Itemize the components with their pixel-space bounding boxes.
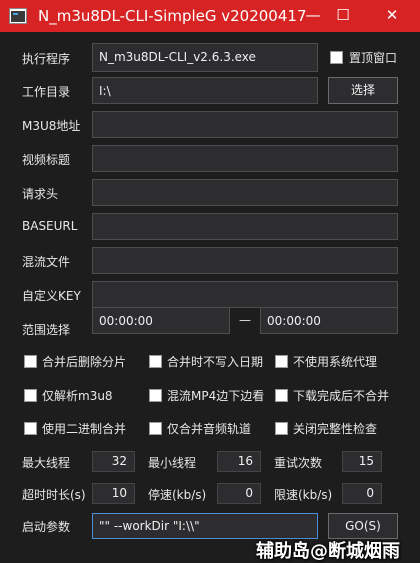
stop-speed-label: 停速(kb/s) bbox=[148, 488, 207, 502]
go-button[interactable]: GO(S) bbox=[328, 513, 398, 539]
custom-key-label: 自定义KEY bbox=[22, 289, 81, 303]
no-merge-label: 下载完成后不合并 bbox=[293, 389, 390, 403]
mux-file-input[interactable] bbox=[92, 247, 398, 274]
window-title: N_m3u8DL-CLI-SimpleG v20200417 bbox=[38, 7, 307, 25]
headers-label: 请求头 bbox=[22, 187, 59, 201]
mux-file-label: 混流文件 bbox=[22, 255, 71, 269]
max-threads-input[interactable]: 32 bbox=[92, 451, 135, 472]
no-integrity-checkbox[interactable] bbox=[275, 422, 288, 435]
no-proxy-checkbox[interactable] bbox=[275, 355, 288, 368]
audio-only-checkbox[interactable] bbox=[149, 422, 162, 435]
no-merge-checkbox[interactable] bbox=[275, 389, 288, 402]
delete-segments-label: 合并后删除分片 bbox=[42, 355, 127, 369]
headers-input[interactable] bbox=[92, 179, 398, 206]
baseurl-input[interactable] bbox=[92, 213, 398, 240]
delete-segments-checkbox[interactable] bbox=[24, 355, 37, 368]
workdir-label: 工作目录 bbox=[22, 85, 71, 99]
parse-only-checkbox[interactable] bbox=[24, 389, 37, 402]
custom-key-input[interactable] bbox=[92, 281, 398, 308]
range-end-input[interactable]: 00:00:00 bbox=[260, 307, 398, 334]
select-dir-button[interactable]: 选择 bbox=[328, 77, 398, 104]
max-threads-label: 最大线程 bbox=[22, 456, 71, 470]
maximize-button[interactable]: ☐ bbox=[328, 0, 358, 32]
no-date-checkbox[interactable] bbox=[149, 355, 162, 368]
topmost-label: 置顶窗口 bbox=[349, 51, 398, 65]
no-date-label: 合并时不写入日期 bbox=[167, 355, 264, 369]
workdir-field[interactable]: I:\ bbox=[92, 77, 318, 104]
launch-args-label: 启动参数 bbox=[22, 520, 71, 534]
limit-speed-label: 限速(kb/s) bbox=[274, 488, 333, 502]
binary-merge-checkbox[interactable] bbox=[24, 422, 37, 435]
timeout-input[interactable]: 10 bbox=[92, 483, 135, 504]
timeout-label: 超时时长(s) bbox=[22, 488, 86, 502]
watermark-text: 辅助岛@断城烟雨 bbox=[256, 541, 400, 562]
binary-merge-label: 使用二进制合并 bbox=[42, 422, 127, 436]
launch-args-field[interactable]: "" --workDir "I:\\" bbox=[92, 513, 318, 539]
limit-speed-input[interactable]: 0 bbox=[342, 483, 382, 504]
audio-only-label: 仅合并音频轨道 bbox=[167, 422, 252, 436]
range-separator: — bbox=[239, 313, 251, 327]
baseurl-label: BASEURL bbox=[22, 219, 78, 233]
parse-only-label: 仅解析m3u8 bbox=[42, 389, 113, 403]
minimize-button[interactable]: — bbox=[298, 0, 328, 32]
min-threads-input[interactable]: 16 bbox=[217, 451, 261, 472]
live-mux-checkbox[interactable] bbox=[149, 389, 162, 402]
video-title-input[interactable] bbox=[92, 145, 398, 172]
range-label: 范围选择 bbox=[22, 323, 71, 337]
live-mux-label: 混流MP4边下边看 bbox=[167, 389, 265, 403]
topmost-checkbox[interactable] bbox=[330, 51, 343, 64]
stop-speed-input[interactable]: 0 bbox=[217, 483, 261, 504]
retry-count-label: 重试次数 bbox=[274, 456, 323, 470]
no-proxy-label: 不使用系统代理 bbox=[293, 355, 378, 369]
range-start-input[interactable]: 00:00:00 bbox=[92, 307, 230, 334]
app-icon bbox=[9, 8, 27, 24]
no-integrity-label: 关闭完整性检查 bbox=[293, 422, 378, 436]
video-title-label: 视频标题 bbox=[22, 153, 71, 167]
m3u8-input[interactable] bbox=[92, 111, 398, 138]
retry-count-input[interactable]: 15 bbox=[342, 451, 382, 472]
exe-field[interactable]: N_m3u8DL-CLI_v2.6.3.exe bbox=[92, 43, 318, 72]
m3u8-label: M3U8地址 bbox=[22, 119, 81, 133]
close-button[interactable]: ✕ bbox=[372, 0, 412, 32]
min-threads-label: 最小线程 bbox=[148, 456, 197, 470]
exe-label: 执行程序 bbox=[22, 52, 71, 66]
